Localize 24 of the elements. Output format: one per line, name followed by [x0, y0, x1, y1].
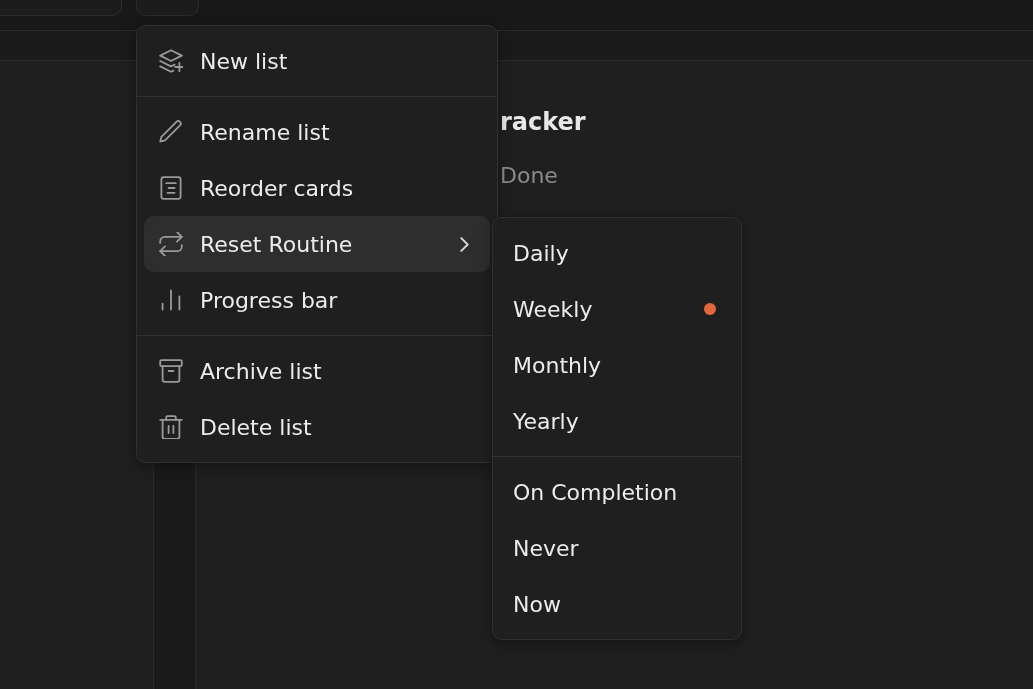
submenu-item[interactable]: Daily	[500, 225, 734, 281]
bar-chart-icon	[159, 288, 183, 312]
chevron-right-icon	[460, 236, 469, 252]
menu-item[interactable]: Reset Routine	[144, 216, 490, 272]
submenu-item[interactable]: On Completion	[500, 464, 734, 520]
list-title: racker	[500, 107, 586, 137]
trash-icon	[159, 415, 183, 439]
menu-item[interactable]: Reorder cards	[144, 160, 490, 216]
layers-plus-icon	[159, 49, 183, 73]
pencil-icon	[159, 120, 183, 144]
menu-item[interactable]: Delete list	[144, 399, 490, 455]
menu-item[interactable]: Progress bar	[144, 272, 490, 328]
submenu-item[interactable]: Yearly	[500, 393, 734, 449]
document-lines-icon	[159, 176, 183, 200]
menu-item[interactable]: Archive list	[144, 343, 490, 399]
repeat-icon	[159, 232, 183, 256]
submenu-item[interactable]: Monthly	[500, 337, 734, 393]
menu-item[interactable]: Rename list	[144, 104, 490, 160]
submenu-item[interactable]: Weekly	[500, 281, 734, 337]
submenu-item[interactable]: Never	[500, 520, 734, 576]
archive-box-icon	[159, 359, 183, 383]
status-label: Done	[500, 162, 558, 190]
submenu-item[interactable]: Now	[500, 576, 734, 632]
menu-item[interactable]: New list	[144, 33, 490, 89]
